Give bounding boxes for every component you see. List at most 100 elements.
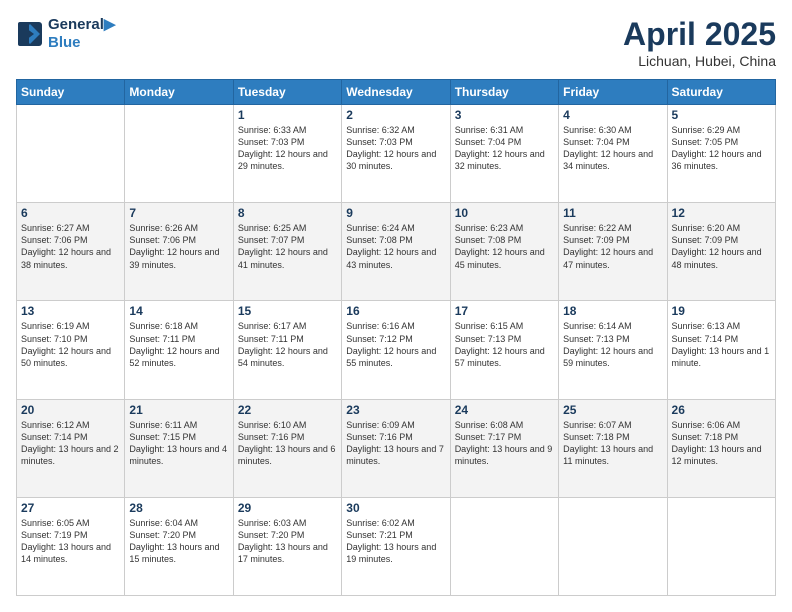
calendar-week-row: 27 Sunrise: 6:05 AM Sunset: 7:19 PM Dayli… (17, 497, 776, 595)
table-cell: 21 Sunrise: 6:11 AM Sunset: 7:15 PM Dayli… (125, 399, 233, 497)
cell-info: Sunrise: 6:30 AM Sunset: 7:04 PM Dayligh… (563, 124, 662, 173)
cell-info: Sunrise: 6:15 AM Sunset: 7:13 PM Dayligh… (455, 320, 554, 369)
logo-text: General▶ Blue (48, 16, 115, 52)
cell-info: Sunrise: 6:18 AM Sunset: 7:11 PM Dayligh… (129, 320, 228, 369)
cell-info: Sunrise: 6:29 AM Sunset: 7:05 PM Dayligh… (672, 124, 771, 173)
cell-info: Sunrise: 6:06 AM Sunset: 7:18 PM Dayligh… (672, 419, 771, 468)
cell-info: Sunrise: 6:33 AM Sunset: 7:03 PM Dayligh… (238, 124, 337, 173)
table-cell: 28 Sunrise: 6:04 AM Sunset: 7:20 PM Dayli… (125, 497, 233, 595)
table-cell: 12Sunrise: 6:20 AM Sunset: 7:09 PM Dayli… (667, 203, 775, 301)
logo-icon (16, 20, 44, 48)
table-cell: 15Sunrise: 6:17 AM Sunset: 7:11 PM Dayli… (233, 301, 341, 399)
day-number: 21 (129, 403, 228, 417)
cell-info: Sunrise: 6:27 AM Sunset: 7:06 PM Dayligh… (21, 222, 120, 271)
day-number: 29 (238, 501, 337, 515)
table-cell: 29 Sunrise: 6:03 AM Sunset: 7:20 PM Dayli… (233, 497, 341, 595)
table-cell: 9 Sunrise: 6:24 AM Sunset: 7:08 PM Daylig… (342, 203, 450, 301)
col-thursday: Thursday (450, 80, 558, 105)
day-number: 22 (238, 403, 337, 417)
header: General▶ Blue April 2025 Lichuan, Hubei,… (16, 16, 776, 69)
cell-info: Sunrise: 6:31 AM Sunset: 7:04 PM Dayligh… (455, 124, 554, 173)
calendar-week-row: 13 Sunrise: 6:19 AM Sunset: 7:10 PM Dayli… (17, 301, 776, 399)
day-number: 27 (21, 501, 120, 515)
day-number: 24 (455, 403, 554, 417)
table-cell: 3Sunrise: 6:31 AM Sunset: 7:04 PM Daylig… (450, 105, 558, 203)
table-cell: 18Sunrise: 6:14 AM Sunset: 7:13 PM Dayli… (559, 301, 667, 399)
day-number: 16 (346, 304, 445, 318)
day-number: 2 (346, 108, 445, 122)
location: Lichuan, Hubei, China (623, 53, 776, 69)
month-title: April 2025 (623, 16, 776, 53)
col-tuesday: Tuesday (233, 80, 341, 105)
cell-info: Sunrise: 6:22 AM Sunset: 7:09 PM Dayligh… (563, 222, 662, 271)
cell-info: Sunrise: 6:02 AM Sunset: 7:21 PM Dayligh… (346, 517, 445, 566)
day-number: 13 (21, 304, 120, 318)
table-cell: 13 Sunrise: 6:19 AM Sunset: 7:10 PM Dayli… (17, 301, 125, 399)
cell-info: Sunrise: 6:13 AM Sunset: 7:14 PM Dayligh… (672, 320, 771, 369)
table-cell: 6 Sunrise: 6:27 AM Sunset: 7:06 PM Daylig… (17, 203, 125, 301)
cell-info: Sunrise: 6:10 AM Sunset: 7:16 PM Dayligh… (238, 419, 337, 468)
cell-info: Sunrise: 6:26 AM Sunset: 7:06 PM Dayligh… (129, 222, 228, 271)
day-number: 20 (21, 403, 120, 417)
day-number: 11 (563, 206, 662, 220)
table-cell: 22 Sunrise: 6:10 AM Sunset: 7:16 PM Dayli… (233, 399, 341, 497)
table-cell: 11 Sunrise: 6:22 AM Sunset: 7:09 PM Dayli… (559, 203, 667, 301)
day-number: 4 (563, 108, 662, 122)
cell-info: Sunrise: 6:19 AM Sunset: 7:10 PM Dayligh… (21, 320, 120, 369)
day-number: 12 (672, 206, 771, 220)
title-block: April 2025 Lichuan, Hubei, China (623, 16, 776, 69)
table-cell: 23 Sunrise: 6:09 AM Sunset: 7:16 PM Dayli… (342, 399, 450, 497)
col-monday: Monday (125, 80, 233, 105)
page: General▶ Blue April 2025 Lichuan, Hubei,… (0, 0, 792, 612)
day-number: 6 (21, 206, 120, 220)
table-cell: 5 Sunrise: 6:29 AM Sunset: 7:05 PM Daylig… (667, 105, 775, 203)
day-number: 17 (455, 304, 554, 318)
day-number: 1 (238, 108, 337, 122)
cell-info: Sunrise: 6:14 AM Sunset: 7:13 PM Dayligh… (563, 320, 662, 369)
cell-info: Sunrise: 6:11 AM Sunset: 7:15 PM Dayligh… (129, 419, 228, 468)
table-cell (125, 105, 233, 203)
cell-info: Sunrise: 6:09 AM Sunset: 7:16 PM Dayligh… (346, 419, 445, 468)
day-number: 15 (238, 304, 337, 318)
cell-info: Sunrise: 6:16 AM Sunset: 7:12 PM Dayligh… (346, 320, 445, 369)
calendar-week-row: 1 Sunrise: 6:33 AM Sunset: 7:03 PM Daylig… (17, 105, 776, 203)
day-number: 14 (129, 304, 228, 318)
day-number: 30 (346, 501, 445, 515)
cell-info: Sunrise: 6:08 AM Sunset: 7:17 PM Dayligh… (455, 419, 554, 468)
table-cell: 30 Sunrise: 6:02 AM Sunset: 7:21 PM Dayli… (342, 497, 450, 595)
table-cell: 14 Sunrise: 6:18 AM Sunset: 7:11 PM Dayli… (125, 301, 233, 399)
cell-info: Sunrise: 6:03 AM Sunset: 7:20 PM Dayligh… (238, 517, 337, 566)
day-number: 26 (672, 403, 771, 417)
table-cell: 1 Sunrise: 6:33 AM Sunset: 7:03 PM Daylig… (233, 105, 341, 203)
day-number: 23 (346, 403, 445, 417)
cell-info: Sunrise: 6:24 AM Sunset: 7:08 PM Dayligh… (346, 222, 445, 271)
day-number: 28 (129, 501, 228, 515)
cell-info: Sunrise: 6:32 AM Sunset: 7:03 PM Dayligh… (346, 124, 445, 173)
cell-info: Sunrise: 6:04 AM Sunset: 7:20 PM Dayligh… (129, 517, 228, 566)
col-wednesday: Wednesday (342, 80, 450, 105)
table-cell: 19 Sunrise: 6:13 AM Sunset: 7:14 PM Dayli… (667, 301, 775, 399)
table-cell: 7 Sunrise: 6:26 AM Sunset: 7:06 PM Daylig… (125, 203, 233, 301)
col-friday: Friday (559, 80, 667, 105)
day-number: 10 (455, 206, 554, 220)
day-number: 7 (129, 206, 228, 220)
logo: General▶ Blue (16, 16, 115, 52)
cell-info: Sunrise: 6:12 AM Sunset: 7:14 PM Dayligh… (21, 419, 120, 468)
day-number: 19 (672, 304, 771, 318)
day-number: 5 (672, 108, 771, 122)
cell-info: Sunrise: 6:05 AM Sunset: 7:19 PM Dayligh… (21, 517, 120, 566)
day-number: 25 (563, 403, 662, 417)
table-cell (17, 105, 125, 203)
table-cell (450, 497, 558, 595)
table-cell: 24 Sunrise: 6:08 AM Sunset: 7:17 PM Dayli… (450, 399, 558, 497)
table-cell: 8Sunrise: 6:25 AM Sunset: 7:07 PM Daylig… (233, 203, 341, 301)
day-number: 9 (346, 206, 445, 220)
table-cell: 20 Sunrise: 6:12 AM Sunset: 7:14 PM Dayli… (17, 399, 125, 497)
table-cell (667, 497, 775, 595)
table-cell: 25Sunrise: 6:07 AM Sunset: 7:18 PM Dayli… (559, 399, 667, 497)
col-saturday: Saturday (667, 80, 775, 105)
table-cell: 4 Sunrise: 6:30 AM Sunset: 7:04 PM Daylig… (559, 105, 667, 203)
calendar-week-row: 6 Sunrise: 6:27 AM Sunset: 7:06 PM Daylig… (17, 203, 776, 301)
col-sunday: Sunday (17, 80, 125, 105)
table-cell: 16 Sunrise: 6:16 AM Sunset: 7:12 PM Dayli… (342, 301, 450, 399)
